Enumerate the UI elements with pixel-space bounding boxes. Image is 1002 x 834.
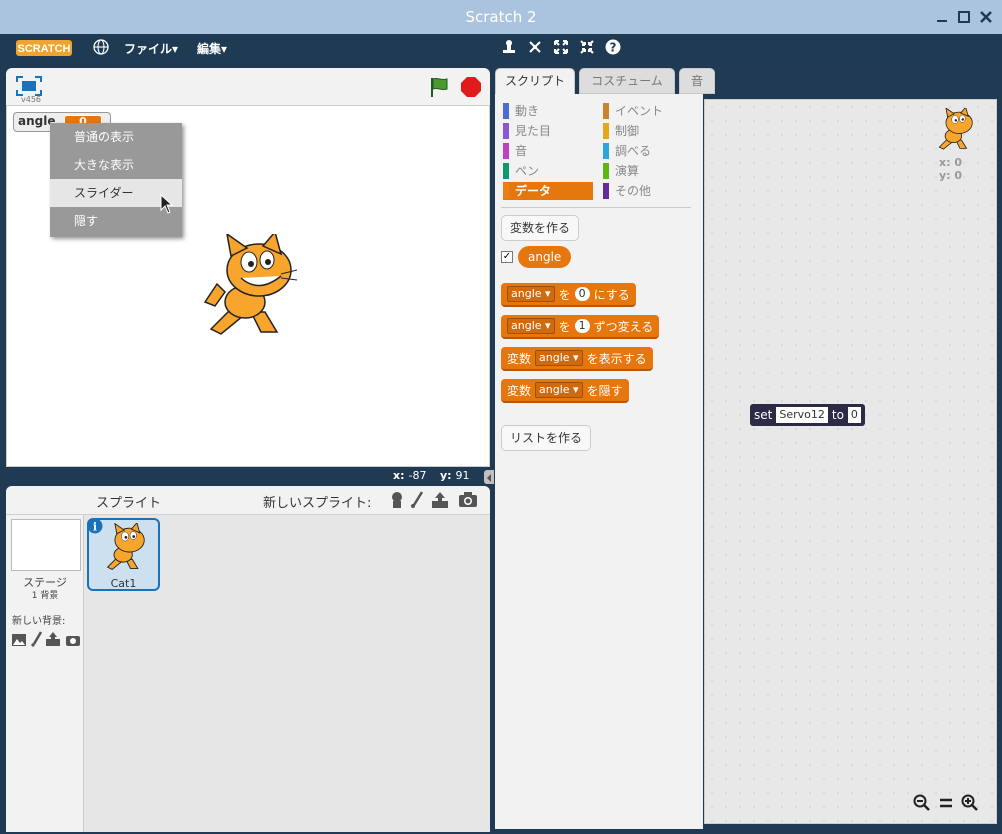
grow-icon[interactable] <box>552 38 570 56</box>
duplicate-stamp-icon[interactable] <box>500 38 518 56</box>
mouse-x-value: -87 <box>408 469 427 482</box>
backdrop-paint-icon[interactable] <box>31 631 43 651</box>
info-icon[interactable]: i <box>87 518 103 538</box>
zoom-controls <box>913 794 979 816</box>
stage-header: v456 <box>6 68 490 105</box>
current-sprite-icon <box>935 106 975 154</box>
category-sensing[interactable]: 調べる <box>603 142 693 160</box>
green-flag-icon[interactable] <box>428 76 450 102</box>
var-dropdown[interactable]: angle ▾ <box>507 318 555 334</box>
shrink-icon[interactable] <box>578 38 596 56</box>
category-events[interactable]: イベント <box>603 102 693 120</box>
edit-menu[interactable]: 編集▾ <box>197 40 227 57</box>
make-variable-button[interactable]: 変数を作る <box>501 215 580 241</box>
new-backdrop-label: 新しい背景: <box>12 616 66 627</box>
choose-sprite-library-icon[interactable] <box>389 491 405 513</box>
close-icon[interactable] <box>978 9 994 25</box>
variable-reporter[interactable]: angle <box>518 246 572 268</box>
globe-icon[interactable] <box>93 39 109 58</box>
sprites-title: スプライト <box>96 496 162 511</box>
backdrop-camera-icon[interactable] <box>65 632 81 651</box>
set-servo-block[interactable]: set Servo12 to 0 <box>750 404 865 426</box>
menu-item-large-readout[interactable]: 大きな表示 <box>50 151 182 179</box>
version-label: v456 <box>21 95 42 104</box>
svg-text:i: i <box>93 521 97 534</box>
scratch-logo[interactable]: SCRATCH <box>16 39 72 57</box>
hide-variable-block[interactable]: 変数 angle ▾ を隠す <box>501 379 629 403</box>
cut-scissors-icon[interactable] <box>526 38 544 56</box>
mouse-y-value: 91 <box>455 469 470 482</box>
sprites-header: スプライト 新しいスプライト: <box>6 486 490 515</box>
monitor-context-menu: 普通の表示 大きな表示 スライダー 隠す <box>50 123 182 237</box>
category-looks[interactable]: 見た目 <box>503 122 593 140</box>
to-word: to <box>831 408 844 422</box>
category-pen[interactable]: ペン <box>503 162 593 180</box>
file-menu[interactable]: ファイル▾ <box>124 40 178 57</box>
show-variable-block[interactable]: 変数 angle ▾ を表示する <box>501 347 653 371</box>
menu-item-normal-readout[interactable]: 普通の表示 <box>50 123 182 151</box>
tab-costumes[interactable]: コスチューム <box>579 68 675 94</box>
var-dropdown[interactable]: angle ▾ <box>507 286 555 302</box>
make-list-button[interactable]: リストを作る <box>501 425 592 451</box>
maximize-icon[interactable] <box>956 9 972 25</box>
collapse-toggle[interactable] <box>484 470 494 484</box>
sprite-x-readout: x: 0 <box>939 156 962 169</box>
set-variable-block[interactable]: angle ▾ を 0 にする <box>501 283 636 307</box>
block-palette: 動き 見た目 音 ペン データ イベント 制御 調べる 演算 その他 <box>495 94 703 829</box>
servo-field[interactable]: Servo12 <box>776 407 828 423</box>
stage-thumbnail[interactable] <box>11 519 81 571</box>
mouse-cursor-icon <box>160 193 174 218</box>
editor-tabs: スクリプト コスチューム 音 <box>495 68 995 94</box>
zoom-in-icon[interactable] <box>961 794 979 816</box>
sprite-thumbnail[interactable]: i Cat1 <box>87 518 160 591</box>
new-sprite-label: 新しいスプライト: <box>263 496 372 511</box>
category-sound[interactable]: 音 <box>503 142 593 160</box>
stage-backdrop-count: 1 背景 <box>31 591 59 601</box>
cat-thumbnail-icon <box>103 521 147 575</box>
sprite-y-readout: y: 0 <box>939 169 963 182</box>
var-dropdown[interactable]: angle ▾ <box>535 350 583 366</box>
tab-sounds[interactable]: 音 <box>679 68 715 94</box>
servo-value-field[interactable]: 0 <box>847 407 861 423</box>
mouse-coordinates: x: -87 y: 91 <box>393 469 470 482</box>
scripts-area[interactable]: x: 0 y: 0 <box>704 99 997 824</box>
category-more[interactable]: その他 <box>603 182 693 200</box>
zoom-reset-icon[interactable] <box>937 794 955 816</box>
var-dropdown[interactable]: angle ▾ <box>535 382 583 398</box>
palette-divider <box>501 207 691 208</box>
category-operators[interactable]: 演算 <box>603 162 693 180</box>
paint-brush-icon[interactable] <box>410 491 424 513</box>
stage-selector: ステージ 1 背景 新しい背景: <box>6 515 84 832</box>
change-variable-block[interactable]: angle ▾ を 1 ずつ変える <box>501 315 660 339</box>
menubar: SCRATCH ファイル▾ 編集▾ ? <box>0 34 1002 62</box>
backdrop-upload-icon[interactable] <box>45 631 61 651</box>
window-titlebar: Scratch 2 <box>0 0 1002 34</box>
help-icon[interactable]: ? <box>604 38 622 56</box>
camera-icon[interactable] <box>458 492 478 512</box>
window-title: Scratch 2 <box>465 8 537 26</box>
upload-icon[interactable] <box>431 491 449 513</box>
stop-sign-icon[interactable] <box>460 76 482 102</box>
svg-text:SCRATCH: SCRATCH <box>18 43 71 55</box>
sprites-panel: スプライト 新しいスプライト: ステージ 1 背景 新しい背景: i Cat1 <box>6 486 490 832</box>
zoom-out-icon[interactable] <box>913 794 931 816</box>
backdrop-library-icon[interactable] <box>11 632 27 651</box>
category-data[interactable]: データ <box>503 182 593 200</box>
category-motion[interactable]: 動き <box>503 102 593 120</box>
minimize-icon[interactable] <box>934 9 950 25</box>
variable-checkbox[interactable]: ✓ <box>501 251 513 263</box>
svg-text:?: ? <box>610 41 617 55</box>
cat-sprite[interactable] <box>201 230 298 340</box>
category-control[interactable]: 制御 <box>603 122 693 140</box>
tab-scripts[interactable]: スクリプト <box>495 68 575 94</box>
sprite-name: Cat1 <box>110 577 137 590</box>
set-word: set <box>754 408 773 422</box>
